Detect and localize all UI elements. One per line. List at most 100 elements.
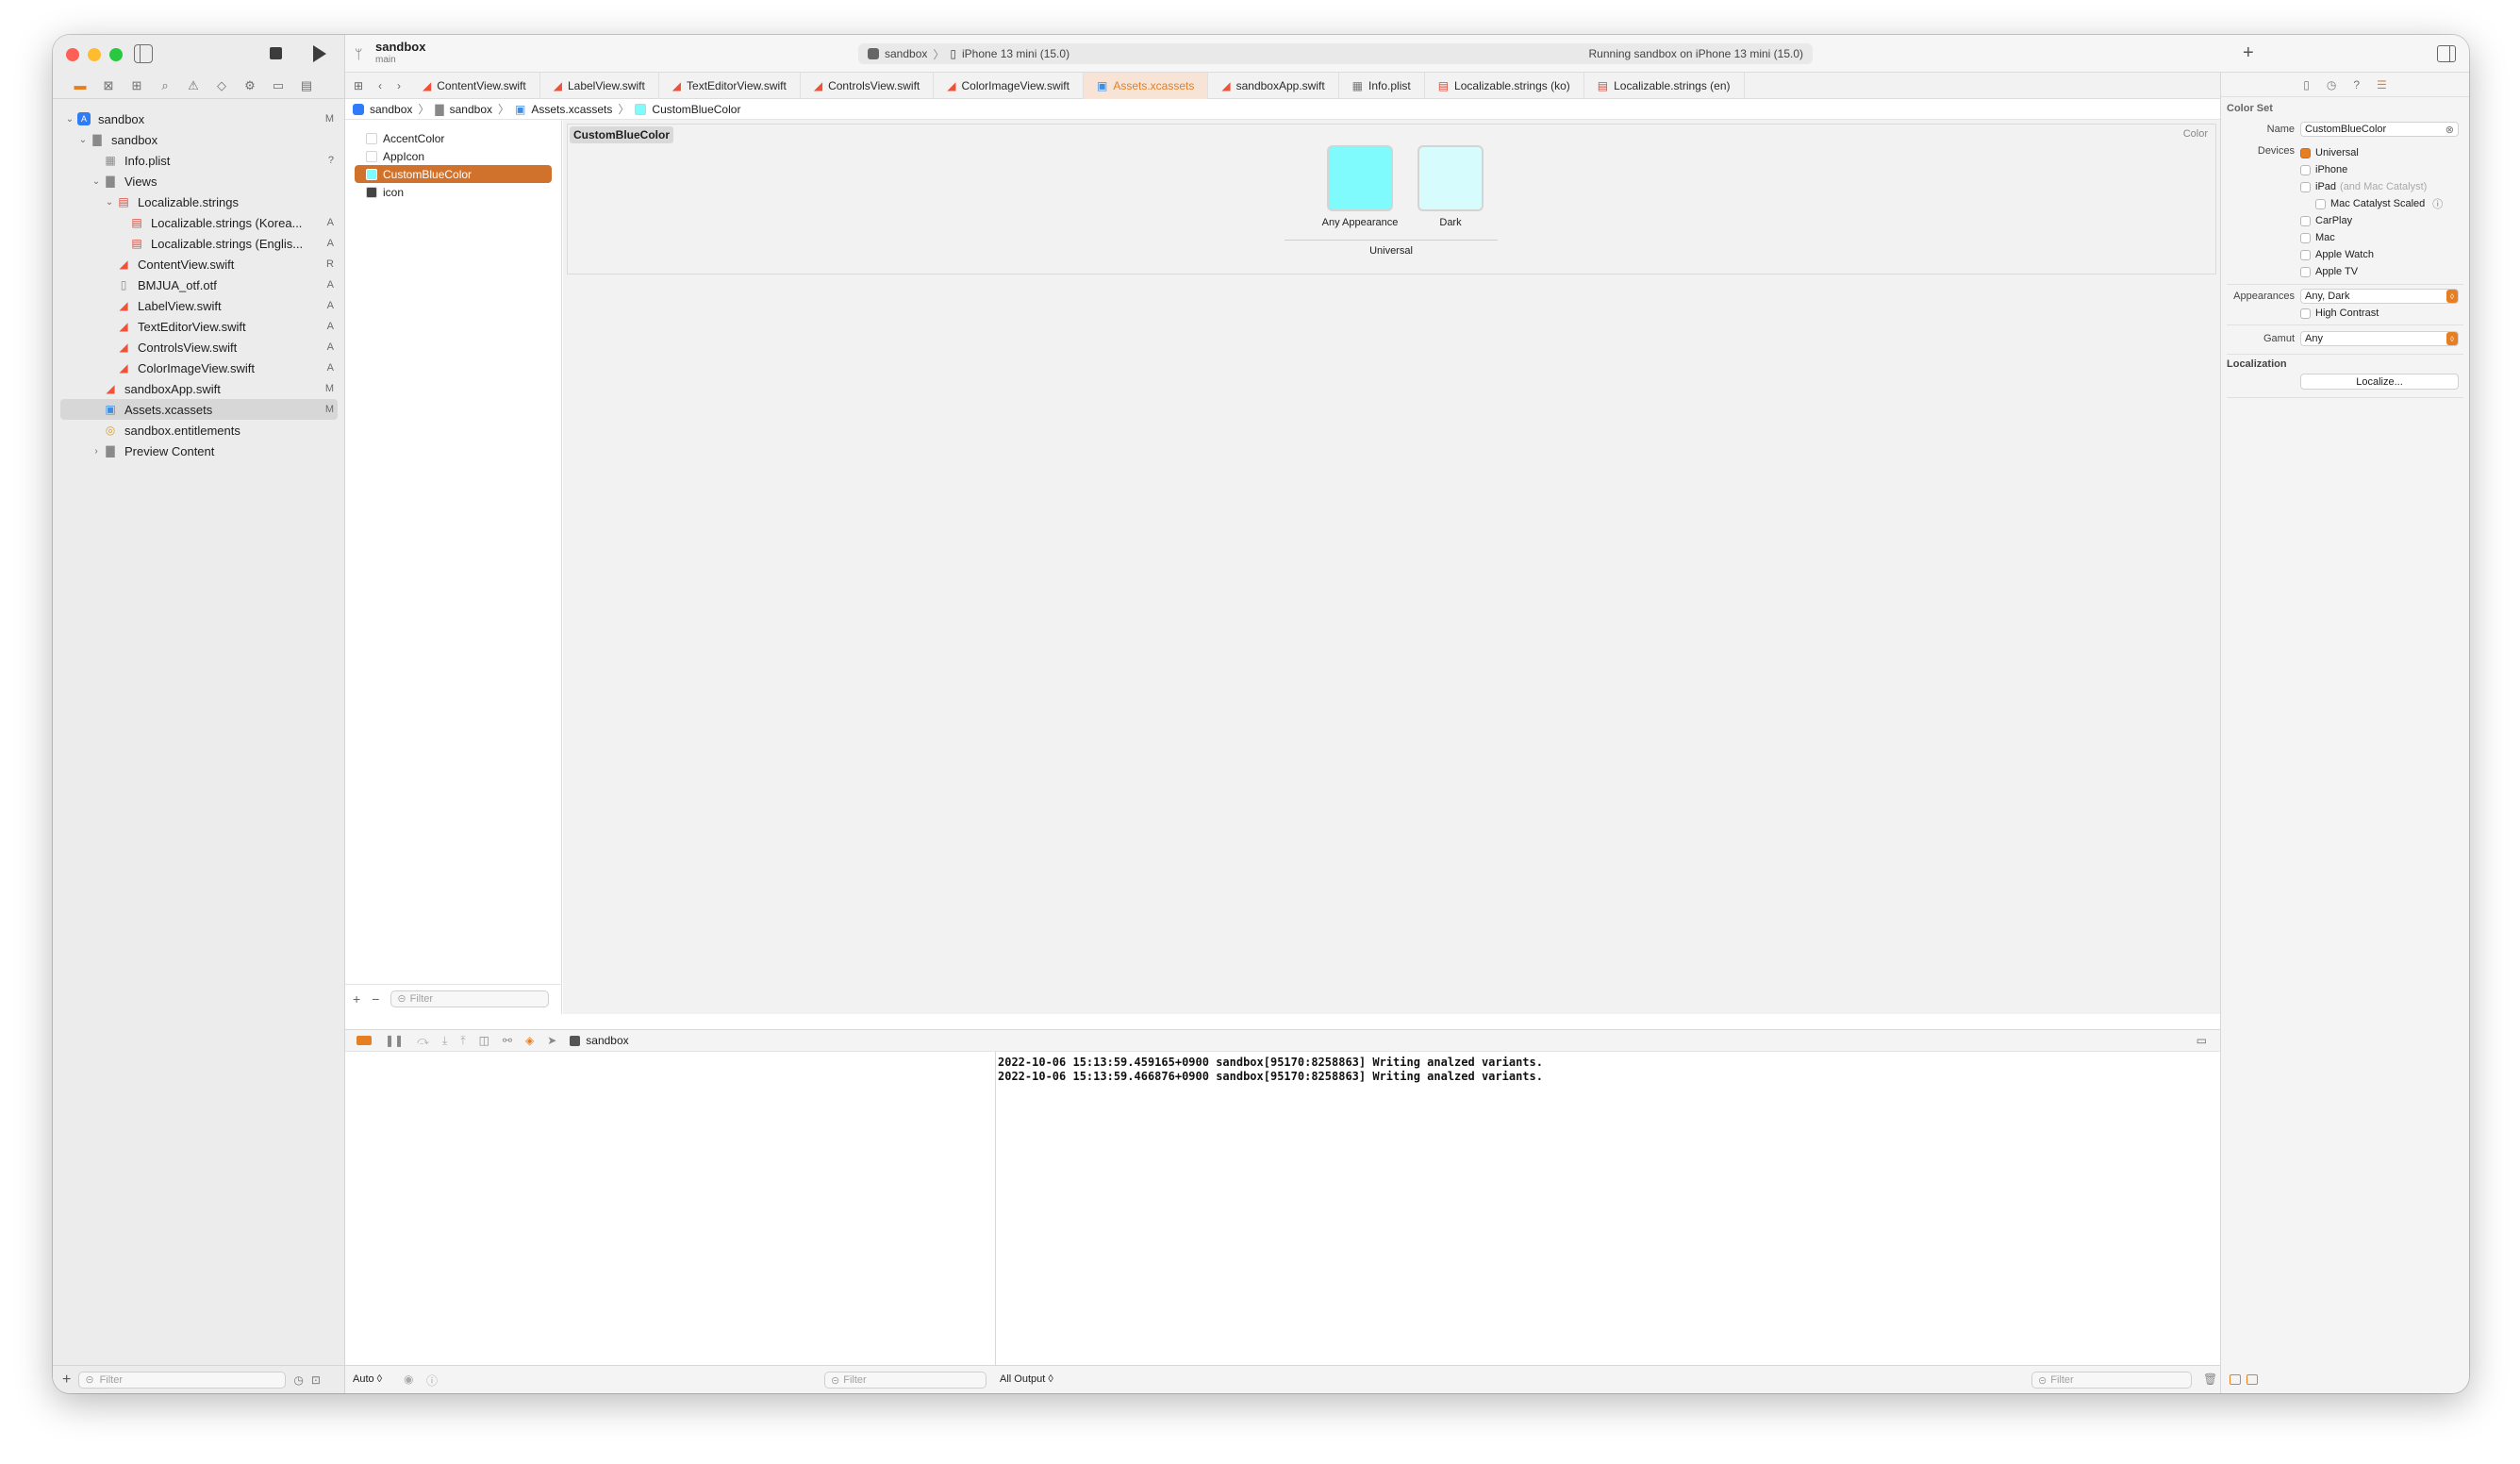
recent-filter-icon[interactable]: ◷ [293, 1373, 303, 1387]
high-contrast-checkbox[interactable]: High Contrast [2221, 308, 2469, 319]
trash-icon[interactable]: 🗑 [2203, 1372, 2217, 1386]
search-icon[interactable]: ⌕ [157, 77, 174, 94]
info-icon[interactable]: ⓘ [426, 1372, 438, 1389]
tree-item-file[interactable]: ◎ sandbox.entitlements [53, 420, 345, 441]
checkbox-icon[interactable] [2300, 266, 2311, 277]
asset-filter-input[interactable]: ⊝ Filter [390, 990, 550, 1007]
hide-debug-area-icon[interactable]: ▭ [2197, 1034, 2207, 1047]
checkbox-icon[interactable] [2300, 181, 2311, 192]
popup-arrow-icon[interactable]: ◊ [2446, 332, 2458, 345]
tree-item-group[interactable]: › ▇ Preview Content [53, 441, 345, 461]
tree-item-file[interactable]: ◢ ContentView.swift R [53, 254, 345, 274]
chevron-down-icon[interactable]: ⌄ [64, 114, 75, 125]
asset-item[interactable]: AccentColor [355, 129, 552, 147]
breadcrumb-item[interactable]: Assets.xcassets [531, 103, 612, 116]
breakpoints-toggle-icon[interactable] [356, 1036, 372, 1045]
name-field[interactable]: CustomBlueColor ⊗ [2300, 122, 2459, 137]
zoom-window-button[interactable] [109, 48, 123, 61]
add-icon[interactable]: + [353, 991, 360, 1006]
tab-localizable-en[interactable]: ▤ Localizable.strings (en) [1584, 72, 1745, 99]
localize-button[interactable]: Localize... [2300, 374, 2459, 390]
tab-texteditorview[interactable]: ◢ TextEditorView.swift [659, 72, 801, 99]
stop-icon[interactable] [270, 47, 282, 59]
tab-colorimageview[interactable]: ◢ ColorImageView.swift [934, 72, 1084, 99]
device-checkbox-apple-tv[interactable]: Apple TV [2300, 263, 2443, 280]
gamut-popup[interactable]: Any ◊ [2300, 331, 2459, 346]
device-checkbox-iphone[interactable]: iPhone [2300, 161, 2443, 178]
asset-item-selected[interactable]: CustomBlueColor [355, 165, 552, 183]
report-icon[interactable]: ▤ [298, 77, 315, 94]
tab-infoplist[interactable]: ▦ Info.plist [1339, 72, 1425, 99]
tree-item-file[interactable]: ◢ ColorImageView.swift A [53, 358, 345, 378]
tree-item-file[interactable]: ◢ ControlsView.swift A [53, 337, 345, 358]
symbol-icon[interactable]: ⊞ [128, 77, 145, 94]
tree-item-project[interactable]: ⌄ A sandbox M [53, 108, 345, 129]
show-variables-icon[interactable] [2230, 1374, 2241, 1385]
scheme-selector[interactable]: sandbox [885, 47, 927, 60]
step-out-icon[interactable]: ⤒ [460, 1034, 465, 1048]
breadcrumb-item[interactable]: CustomBlueColor [652, 103, 740, 116]
tab-labelview[interactable]: ◢ LabelView.swift [540, 72, 659, 99]
clear-icon[interactable]: ⊗ [2445, 124, 2454, 136]
variables-filter-input[interactable]: ⊝ Filter [824, 1372, 986, 1389]
remove-icon[interactable]: − [372, 991, 379, 1006]
tree-item-file-selected[interactable]: ▣ Assets.xcassets M [60, 399, 338, 420]
tree-item-file[interactable]: ◢ sandboxApp.swift M [53, 378, 345, 399]
inspector-toggle-icon[interactable] [2437, 45, 2456, 62]
tree-item-group[interactable]: ⌄ ▤ Localizable.strings [53, 191, 345, 212]
variables-scope-popup[interactable]: Auto ◊ [353, 1373, 382, 1385]
tree-item-file[interactable]: ▦ Info.plist ? [53, 150, 345, 171]
location-icon[interactable]: ➤ [547, 1034, 556, 1047]
process-selector[interactable]: sandbox [570, 1034, 629, 1047]
checkbox-icon[interactable] [2300, 164, 2311, 175]
device-checkbox-ipad[interactable]: iPad (and Mac Catalyst) [2300, 178, 2443, 195]
sidebar-toggle-icon[interactable] [134, 44, 153, 63]
memory-graph-icon[interactable]: ⚯ [503, 1034, 512, 1047]
file-icon[interactable]: ▯ [2303, 78, 2310, 92]
console-filter-input[interactable]: ⊝ Filter [2031, 1372, 2192, 1389]
tab-contentview[interactable]: ◢ ContentView.swift [409, 72, 540, 99]
device-checkbox-mac[interactable]: Mac [2300, 229, 2443, 246]
navigator-filter-input[interactable]: ⊝ Filter [78, 1371, 287, 1389]
history-icon[interactable]: ◷ [2327, 78, 2336, 92]
add-library-icon[interactable]: + [2243, 42, 2254, 64]
any-appearance-slot[interactable]: Any Appearance [1320, 145, 1400, 228]
tree-item-group[interactable]: ⌄ ▇ sandbox [53, 129, 345, 150]
tree-item-file[interactable]: ◢ LabelView.swift A [53, 295, 345, 316]
scm-filter-icon[interactable]: ⊡ [311, 1373, 321, 1387]
tab-sandboxapp[interactable]: ◢ sandboxApp.swift [1208, 72, 1339, 99]
step-over-icon[interactable]: ⤼ [417, 1034, 429, 1048]
back-icon[interactable]: ‹ [372, 79, 389, 92]
quick-look-icon[interactable]: ◉ [404, 1372, 413, 1386]
minimize-window-button[interactable] [88, 48, 101, 61]
chevron-down-icon[interactable]: ⌄ [104, 197, 115, 208]
appearances-popup[interactable]: Any, Dark ◊ [2300, 289, 2459, 304]
checkbox-icon[interactable] [2315, 198, 2326, 209]
popup-arrow-icon[interactable]: ◊ [2446, 290, 2458, 303]
device-checkbox-carplay[interactable]: CarPlay [2300, 212, 2443, 229]
show-console-icon[interactable] [2246, 1374, 2258, 1385]
tab-assets[interactable]: ▣ Assets.xcassets [1083, 72, 1209, 99]
breadcrumb-item[interactable]: sandbox [450, 103, 492, 116]
dark-appearance-swatch[interactable] [1418, 145, 1484, 211]
test-icon[interactable]: ◇ [213, 77, 230, 94]
device-checkbox-apple-watch[interactable]: Apple Watch [2300, 246, 2443, 263]
help-icon[interactable]: ? [2353, 78, 2360, 92]
checkbox-icon[interactable] [2300, 215, 2311, 226]
checkbox-checked-icon[interactable] [2300, 147, 2311, 158]
checkbox-icon[interactable] [2300, 232, 2311, 243]
tree-item-file[interactable]: ▤ Localizable.strings (Korea... A [53, 212, 345, 233]
tree-item-group[interactable]: ⌄ ▇ Views [53, 171, 345, 191]
grid-icon[interactable]: ⊞ [345, 79, 372, 92]
checkbox-icon[interactable] [2300, 308, 2311, 319]
view-hierarchy-icon[interactable]: ◫ [479, 1034, 489, 1047]
environment-overrides-icon[interactable]: ◈ [525, 1034, 534, 1047]
folder-icon[interactable]: ▬ [72, 77, 89, 94]
tree-item-file[interactable]: ▤ Localizable.strings (Englis... A [53, 233, 345, 254]
asset-item[interactable]: icon [355, 183, 552, 201]
pause-icon[interactable]: ❚❚ [385, 1034, 404, 1047]
source-control-icon[interactable]: ⊠ [100, 77, 117, 94]
any-appearance-swatch[interactable] [1327, 145, 1393, 211]
breadcrumb-item[interactable]: sandbox [370, 103, 412, 116]
dark-appearance-slot[interactable]: Dark [1411, 145, 1490, 228]
